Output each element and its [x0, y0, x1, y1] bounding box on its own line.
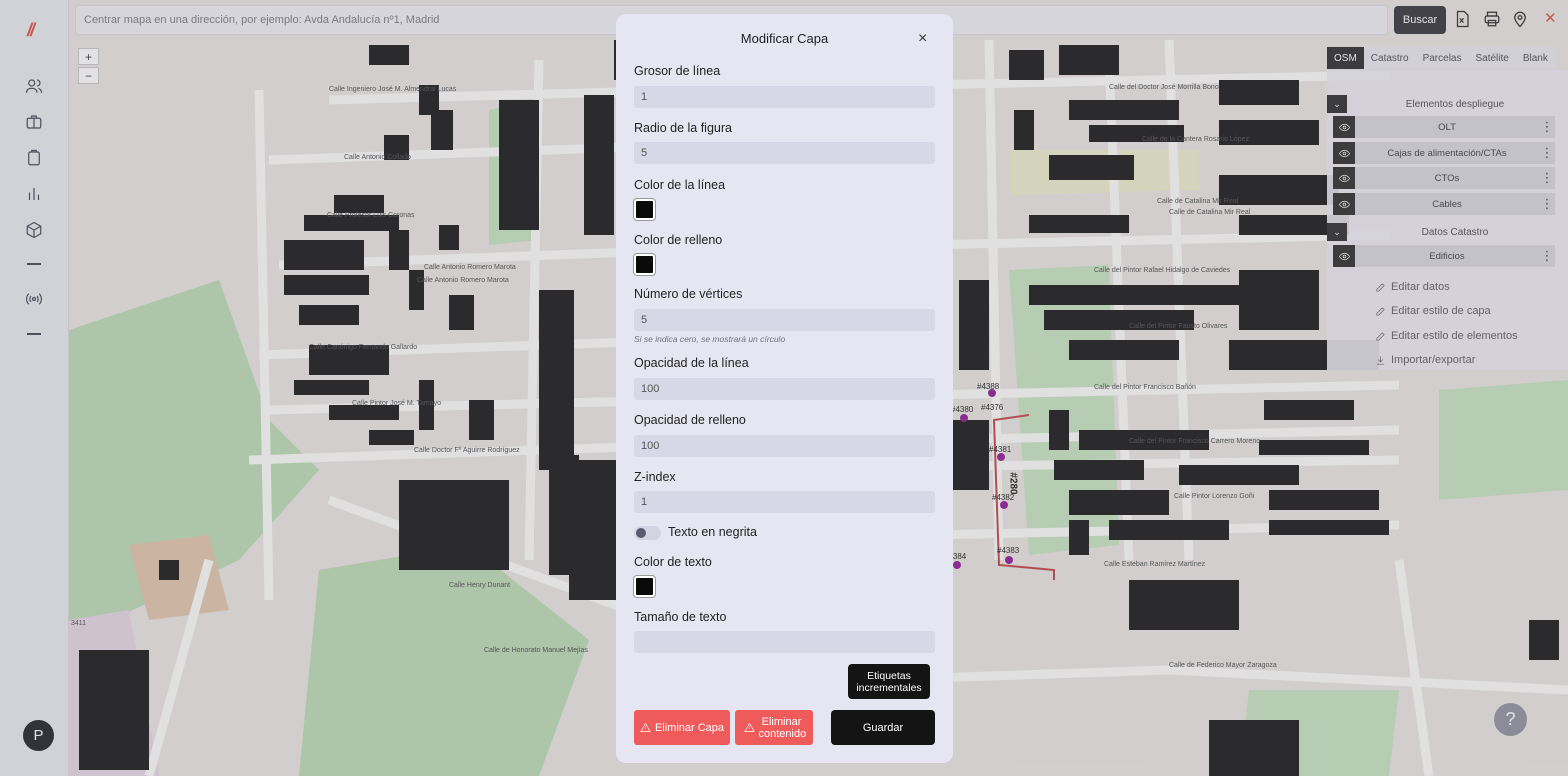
- line-color-label: Color de la línea: [634, 178, 726, 192]
- text-size-input[interactable]: [634, 631, 935, 653]
- delete-layer-label: Eliminar Capa: [654, 721, 725, 734]
- z-index-label: Z-index: [634, 470, 676, 484]
- delete-layer-button[interactable]: Eliminar Capa: [634, 710, 730, 745]
- z-index-input[interactable]: [634, 491, 935, 513]
- save-button[interactable]: Guardar: [831, 710, 935, 745]
- warning-icon: [640, 722, 651, 732]
- delete-content-button[interactable]: Eliminar contenido: [735, 710, 813, 745]
- text-color-label: Color de texto: [634, 555, 712, 569]
- dialog-title: Modificar Capa: [740, 31, 829, 46]
- bold-text-toggle[interactable]: [634, 526, 661, 540]
- app-root: // P Calle Ingeniero José M. Almendral L…: [0, 0, 1568, 776]
- shape-radius-input[interactable]: [634, 142, 935, 164]
- incremental-labels-button[interactable]: Etiquetas incrementales: [848, 664, 930, 699]
- fill-opacity-label: Opacidad de relleno: [634, 413, 746, 427]
- vertices-hint: Si se indica cero, se mostrará un círcul…: [634, 334, 786, 344]
- shape-radius-label: Radio de la figura: [634, 121, 732, 135]
- text-color-swatch[interactable]: [634, 576, 655, 597]
- delete-content-label: Eliminar contenido: [758, 715, 807, 740]
- fill-color-swatch[interactable]: [634, 254, 655, 275]
- line-opacity-input[interactable]: [634, 378, 935, 400]
- vertices-label: Número de vértices: [634, 287, 743, 301]
- line-width-input[interactable]: [634, 86, 935, 108]
- warning-icon: [743, 722, 755, 732]
- modify-layer-dialog: Modificar Capa × Grosor de línea Radio d…: [616, 14, 953, 763]
- line-width-label: Grosor de línea: [634, 64, 721, 78]
- close-icon[interactable]: ×: [918, 30, 927, 48]
- fill-color-label: Color de relleno: [634, 233, 723, 247]
- bold-text-label: Texto en negrita: [668, 525, 757, 539]
- text-size-label: Tamaño de texto: [634, 610, 727, 624]
- fill-opacity-input[interactable]: [634, 435, 935, 457]
- line-color-swatch[interactable]: [634, 199, 655, 220]
- vertices-input[interactable]: [634, 309, 935, 331]
- line-opacity-label: Opacidad de la línea: [634, 356, 749, 370]
